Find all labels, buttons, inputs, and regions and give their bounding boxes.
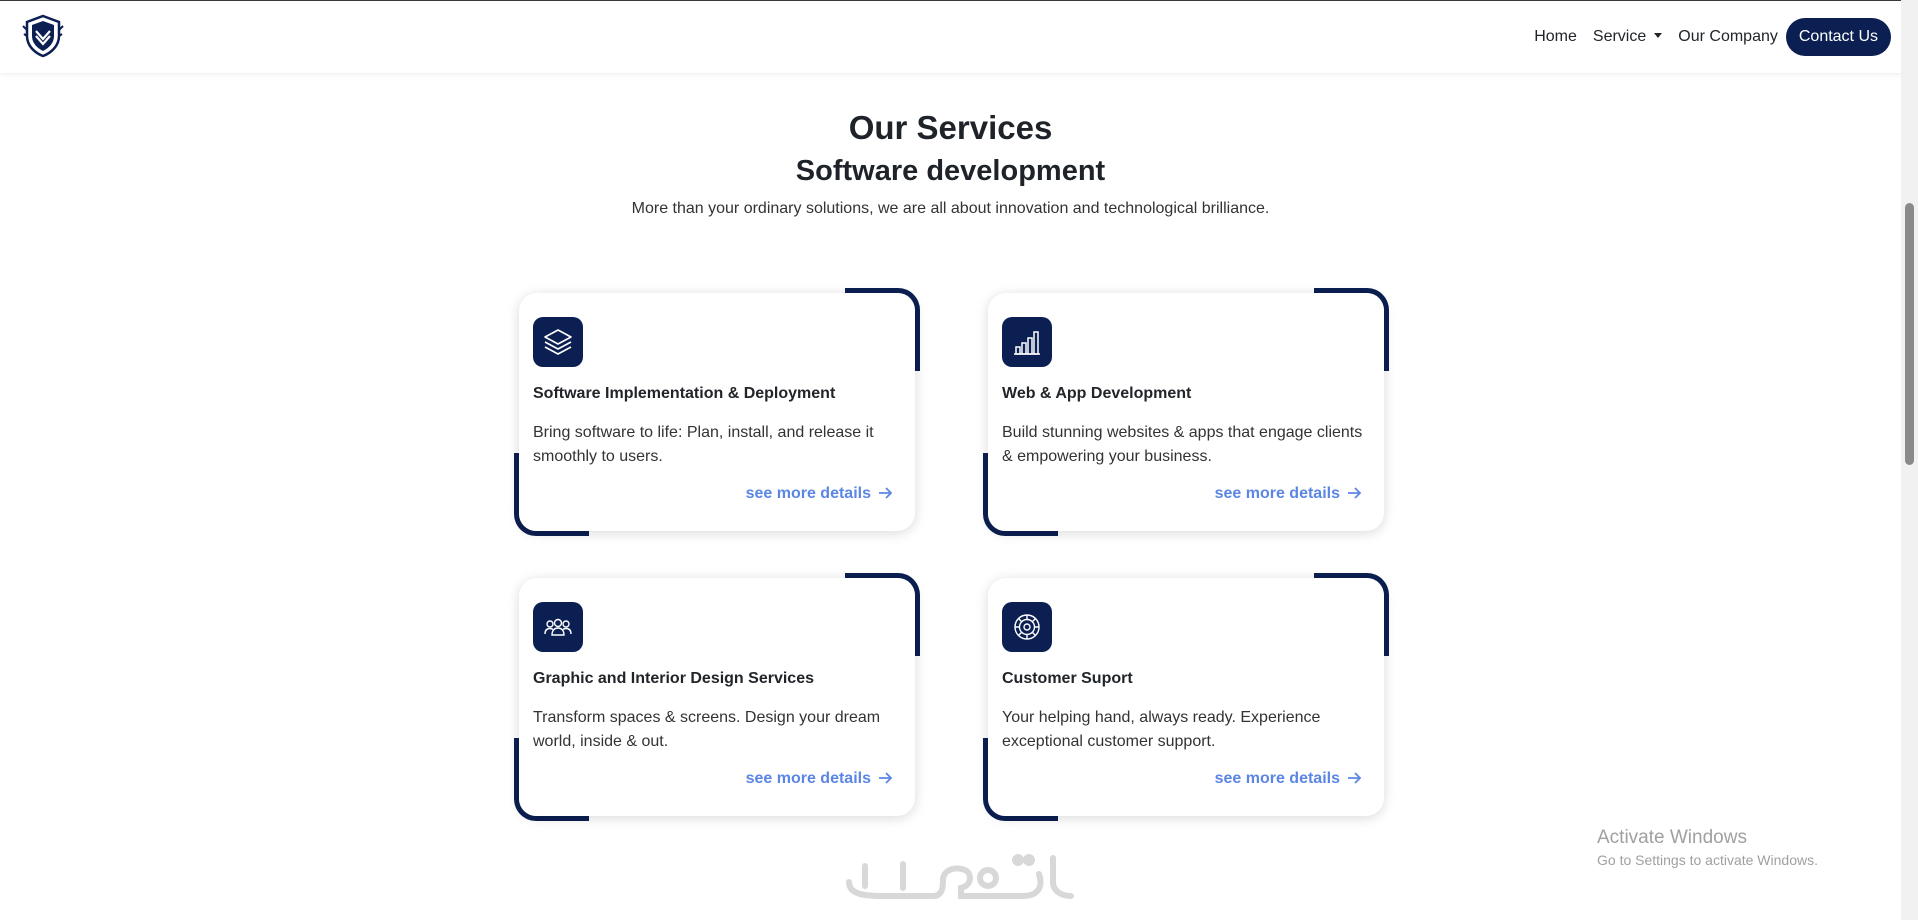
service-card: Software Implementation & Deployment Bri…	[514, 288, 920, 536]
contact-us-button[interactable]: Contact Us	[1785, 18, 1891, 56]
nav-service-dropdown[interactable]: Service	[1585, 18, 1670, 56]
bar-chart-icon	[1002, 317, 1052, 367]
layers-icon	[533, 317, 583, 367]
service-card-title: Web & App Development	[1002, 385, 1192, 402]
section-subtitle: Software development	[795, 155, 1106, 187]
see-more-details-link[interactable]: see more details	[1215, 485, 1362, 503]
nav-links: Home Service Our Company Contact Us	[1526, 18, 1891, 56]
see-more-details-label: see more details	[745, 485, 871, 502]
activation-text: Go to Settings to activate Windows.	[1597, 852, 1818, 868]
service-card-text: Bring software to life: Plan, install, a…	[533, 424, 874, 465]
section-title: Our Services	[848, 109, 1053, 146]
service-card-text: Build stunning websites & apps that enga…	[1002, 424, 1363, 465]
scrollbar-thumb[interactable]	[1905, 203, 1914, 465]
arrow-right-icon	[1348, 487, 1362, 499]
caret-down-icon	[1654, 33, 1663, 38]
page-scrollbar[interactable]	[1901, 0, 1918, 920]
service-card: Web & App Development Build stunning web…	[983, 288, 1389, 536]
see-more-details-link[interactable]: see more details	[746, 485, 893, 503]
see-more-details-link[interactable]: see more details	[1215, 770, 1362, 788]
service-card-text: Your helping hand, always ready. Experie…	[1002, 709, 1321, 750]
see-more-details-link[interactable]: see more details	[746, 770, 893, 788]
arrow-right-icon	[1348, 772, 1362, 784]
navbar: Home Service Our Company Contact Us	[0, 1, 1918, 73]
see-more-details-label: see more details	[745, 770, 871, 787]
service-card-body: Software Implementation & Deployment Bri…	[519, 293, 915, 531]
service-card-body: Web & App Development Build stunning web…	[988, 293, 1384, 531]
service-card: Customer Suport Your helping hand, alway…	[983, 573, 1389, 821]
shield-logo-icon[interactable]	[21, 14, 65, 58]
service-card-title: Software Implementation & Deployment	[533, 385, 836, 402]
see-more-details-label: see more details	[1214, 770, 1340, 787]
nav-home[interactable]: Home	[1526, 18, 1585, 56]
arrow-right-icon	[879, 487, 893, 499]
service-card-body: Customer Suport Your helping hand, alway…	[988, 578, 1384, 816]
support-gear-icon	[1002, 602, 1052, 652]
service-card-text: Transform spaces & screens. Design your …	[533, 709, 881, 750]
windows-activation-notice: Activate Windows Go to Settings to activ…	[1597, 826, 1818, 870]
activation-title: Activate Windows	[1597, 827, 1747, 848]
section-description: More than your ordinary solutions, we ar…	[631, 200, 1270, 217]
arrow-right-icon	[879, 772, 893, 784]
nav-service-label: Service	[1592, 28, 1647, 45]
see-more-details-label: see more details	[1214, 485, 1340, 502]
service-card: Graphic and Interior Design Services Tra…	[514, 573, 920, 821]
khamsat-watermark-logo	[846, 854, 1074, 899]
service-card-title: Graphic and Interior Design Services	[533, 670, 814, 687]
service-card-body: Graphic and Interior Design Services Tra…	[519, 578, 915, 816]
people-icon	[533, 602, 583, 652]
nav-our-company[interactable]: Our Company	[1670, 18, 1786, 56]
service-card-title: Customer Suport	[1002, 670, 1133, 687]
